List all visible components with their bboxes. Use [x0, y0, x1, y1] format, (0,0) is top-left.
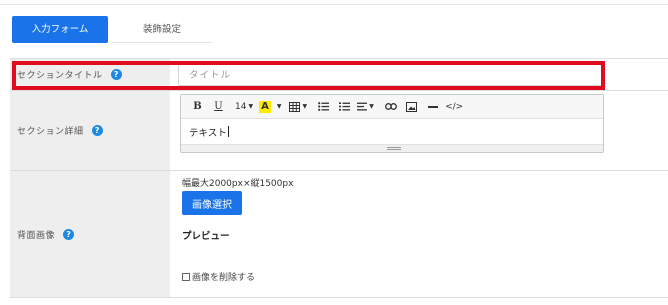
image-size-note: 幅最大2000px×縦1500px	[182, 179, 294, 189]
help-icon[interactable]: ?	[63, 228, 75, 240]
rich-text-editor: B U 14 ▼ A ▼ ▼ ▼ </> テキスト	[180, 94, 604, 153]
horizontal-rule-icon	[427, 105, 438, 108]
help-icon[interactable]: ?	[110, 69, 122, 80]
table-icon	[289, 101, 301, 112]
code-icon: </>	[445, 101, 464, 112]
preview-label: プレビュー	[182, 231, 230, 242]
section-detail-label-cell: セクション詳細 ?	[10, 91, 170, 170]
font-size-value: 14	[235, 101, 247, 112]
unordered-list-button[interactable]	[315, 97, 332, 117]
horizontal-rule-button[interactable]	[424, 97, 441, 117]
top-divider	[0, 4, 668, 5]
numbered-list-icon	[339, 102, 351, 111]
section-title-label-cell: セクションタイトル ?	[10, 59, 170, 90]
editor-content[interactable]: テキスト	[181, 119, 603, 145]
image-select-button[interactable]: 画像選択	[182, 191, 242, 215]
align-dropdown[interactable]: ▼	[357, 97, 374, 117]
underline-button[interactable]: U	[210, 97, 227, 117]
text-cursor	[227, 126, 229, 137]
font-size-dropdown[interactable]: 14 ▼	[235, 97, 253, 117]
background-image-label: 背面画像	[17, 230, 56, 241]
bold-button[interactable]: B	[189, 97, 206, 117]
chevron-down-icon: ▼	[302, 103, 308, 110]
link-button[interactable]	[382, 97, 399, 117]
section-title-label: セクションタイトル	[17, 71, 103, 81]
background-image-row: 背面画像 ? 幅最大2000px×縦1500px 画像選択 プレビュー 画像を削…	[10, 171, 668, 298]
settings-form: セクションタイトル ? セクション詳細 ? B U 14▼ A▼ ▼	[10, 58, 668, 298]
section-detail-row: セクション詳細 ? B U 14 ▼ A ▼ ▼ ▼ </> テキスト	[10, 91, 668, 171]
delete-image-option[interactable]: 画像を削除する	[182, 270, 255, 283]
help-icon[interactable]: ?	[91, 125, 103, 136]
font-color-icon: A	[259, 100, 271, 113]
section-title-input[interactable]	[178, 64, 602, 86]
chevron-down-icon: ▼	[248, 103, 254, 110]
delete-image-checkbox[interactable]	[182, 272, 190, 281]
editor-resize-handle[interactable]	[181, 144, 603, 152]
background-image-label-cell: 背面画像 ?	[10, 171, 170, 297]
ordered-list-button[interactable]	[336, 97, 353, 117]
chevron-down-icon: ▼	[276, 103, 282, 110]
tab-input-form[interactable]: 入力フォーム	[12, 16, 108, 43]
chevron-down-icon: ▼	[369, 103, 374, 110]
image-button[interactable]	[403, 97, 420, 117]
section-title-row: セクションタイトル ?	[10, 59, 668, 91]
image-icon	[406, 101, 418, 112]
delete-image-label: 画像を削除する	[192, 273, 256, 283]
font-color-button[interactable]: A ▼	[259, 97, 281, 117]
link-icon	[384, 103, 397, 110]
code-view-button[interactable]: </>	[445, 97, 463, 117]
grip-icon	[387, 147, 401, 150]
tab-decoration-settings[interactable]: 装飾設定	[112, 16, 212, 43]
editor-text: テキスト	[189, 128, 227, 139]
editor-toolbar: B U 14 ▼ A ▼ ▼ ▼ </>	[181, 95, 603, 119]
align-left-icon	[357, 102, 368, 111]
bullet-list-icon	[318, 102, 330, 111]
section-detail-label: セクション詳細	[17, 127, 84, 137]
table-button[interactable]: ▼	[289, 97, 307, 117]
